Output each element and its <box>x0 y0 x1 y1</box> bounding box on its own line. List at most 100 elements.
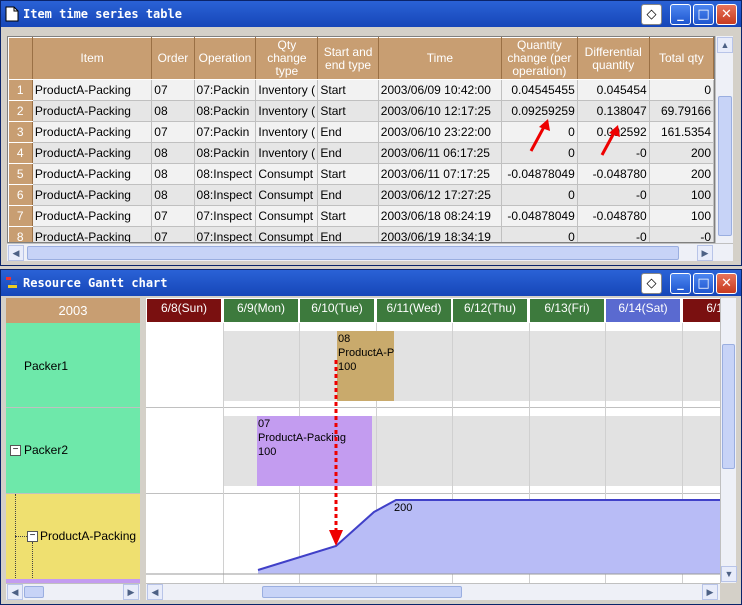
table-cell-se[interactable]: Start <box>317 79 379 101</box>
table-cell-dq[interactable]: -0.048780 <box>577 163 650 185</box>
gantt-vertical-scrollbar[interactable]: ▼ <box>720 298 737 583</box>
table-vertical-scrollbar[interactable]: ▲ <box>715 36 733 243</box>
resource-row-packer1[interactable]: Packer1 <box>6 323 140 408</box>
row-header[interactable]: 8 <box>8 226 33 242</box>
scroll-thumb[interactable] <box>24 586 44 598</box>
task-bar-08[interactable]: 08 ProductA-Packing 100 <box>337 331 394 401</box>
scroll-thumb[interactable] <box>27 246 679 260</box>
table-window-titlebar[interactable]: Item time series table ◇ _ □ ✕ <box>1 1 741 27</box>
row-header[interactable]: 5 <box>8 163 33 185</box>
table-cell-order[interactable]: 07 <box>151 226 195 242</box>
table-cell-op[interactable]: 07:Packin <box>194 79 257 101</box>
scroll-right-button[interactable]: ▶ <box>123 584 139 600</box>
table-cell-op[interactable]: 08:Packin <box>194 142 257 164</box>
col-header-time[interactable]: Time <box>377 37 503 80</box>
col-header-start-end-type[interactable]: Start and end type <box>317 37 379 80</box>
table-horizontal-scrollbar[interactable]: ◀ ▶ <box>7 243 733 261</box>
day-header[interactable]: 6/11(Wed) <box>376 298 452 322</box>
resource-row-producta-packing[interactable]: − ProductA-Packing <box>6 494 140 583</box>
table-cell-item[interactable]: ProductA-Packing <box>32 163 153 185</box>
table-cell-se[interactable]: End <box>317 226 379 242</box>
table-cell-order[interactable]: 07 <box>151 205 195 227</box>
row-header[interactable]: 4 <box>8 142 33 164</box>
scroll-thumb[interactable] <box>722 344 735 469</box>
col-header-total-qty[interactable]: Total qty <box>648 37 714 80</box>
day-header[interactable]: 6/14(Sat) <box>605 298 681 322</box>
table-row[interactable]: 1 ProductA-Packing 07 07:Packin Inventory (S… <box>8 79 714 101</box>
row-header[interactable]: 2 <box>8 100 33 122</box>
maximize-button[interactable]: □ <box>693 273 714 294</box>
scroll-left-button[interactable]: ◀ <box>7 584 23 600</box>
scroll-up-button[interactable]: ▲ <box>717 37 733 53</box>
table-cell-item[interactable]: ProductA-Packing <box>32 100 153 122</box>
table-cell-se[interactable]: Start <box>317 100 379 122</box>
resource-horizontal-scrollbar[interactable]: ◀ ▶ <box>6 583 140 600</box>
table-cell-order[interactable]: 07 <box>151 79 195 101</box>
table-cell-order[interactable]: 08 <box>151 142 195 164</box>
table-cell-op[interactable]: 07:Inspect <box>194 205 257 227</box>
table-cell-time[interactable]: 2003/06/10 23:22:00 <box>378 121 503 143</box>
row-header[interactable]: 6 <box>8 184 33 206</box>
table-cell-tq[interactable]: 100 <box>649 205 714 227</box>
day-header[interactable]: 6/15( <box>682 298 720 322</box>
gantt-window-titlebar[interactable]: Resource Gantt chart ◇ _ □ ✕ <box>1 270 741 296</box>
table-cell-time[interactable]: 2003/06/10 12:17:25 <box>378 100 503 122</box>
table-cell-time[interactable]: 2003/06/19 18:34:19 <box>378 226 503 242</box>
scroll-down-button[interactable]: ▼ <box>721 566 737 582</box>
table-cell-qc[interactable]: 0 <box>501 184 578 206</box>
table-cell-op[interactable]: 08:Inspect <box>194 184 257 206</box>
table-cell-qc[interactable]: 0 <box>501 226 578 242</box>
day-header[interactable]: 6/10(Tue) <box>299 298 375 322</box>
table-cell-dq[interactable]: 0.045454 <box>577 79 650 101</box>
table-cell-item[interactable]: ProductA-Packing <box>32 142 153 164</box>
table-cell-tq[interactable]: 200 <box>649 142 714 164</box>
table-cell-dq[interactable]: -0 <box>577 226 650 242</box>
table-cell-order[interactable]: 07 <box>151 121 195 143</box>
col-header-differential-quantity[interactable]: Differential quantity <box>576 37 650 80</box>
table-cell-tq[interactable]: 0 <box>649 79 714 101</box>
table-cell-time[interactable]: 2003/06/09 10:42:00 <box>378 79 503 101</box>
table-cell-qtytype[interactable]: Consumpt <box>255 205 319 227</box>
scroll-thumb[interactable] <box>262 586 462 598</box>
table-cell-time[interactable]: 2003/06/18 08:24:19 <box>378 205 503 227</box>
pin-icon[interactable]: ◇ <box>641 4 662 25</box>
table-cell-time[interactable]: 2003/06/11 06:17:25 <box>378 142 503 164</box>
col-header-operation[interactable]: Operation <box>193 37 257 80</box>
close-button[interactable]: ✕ <box>716 4 737 25</box>
table-row[interactable]: 2 ProductA-Packing 08 08:Packin Inventory (S… <box>8 100 714 122</box>
collapse-icon[interactable]: − <box>27 531 38 542</box>
table-cell-tq[interactable]: 100 <box>649 184 714 206</box>
table-cell-tq[interactable]: 200 <box>649 163 714 185</box>
day-header[interactable]: 6/9(Mon) <box>223 298 299 322</box>
table-cell-time[interactable]: 2003/06/12 17:27:25 <box>378 184 503 206</box>
col-header-qty-change-type[interactable]: Qty change type <box>255 37 319 80</box>
table-cell-order[interactable]: 08 <box>151 184 195 206</box>
table-cell-dq[interactable]: -0.048780 <box>577 205 650 227</box>
table-cell-op[interactable]: 08:Inspect <box>194 163 257 185</box>
table-cell-se[interactable]: Start <box>317 205 379 227</box>
gantt-horizontal-scrollbar[interactable]: ◀ ▶ <box>146 583 720 600</box>
row-header[interactable]: 7 <box>8 205 33 227</box>
table-row[interactable]: 7 ProductA-Packing 07 07:Inspect Consumpt Sta… <box>8 205 714 227</box>
table-cell-op[interactable]: 07:Inspect <box>194 226 257 242</box>
resource-row-packer2[interactable]: − Packer2 <box>6 408 140 494</box>
table-cell-qc[interactable]: 0.04545455 <box>501 79 578 101</box>
day-header[interactable]: 6/8(Sun) <box>146 298 222 322</box>
table-cell-item[interactable]: ProductA-Packing <box>32 184 153 206</box>
maximize-button[interactable]: □ <box>693 4 714 25</box>
table-row[interactable]: 8 ProductA-Packing 07 07:Inspect Consumpt End… <box>8 226 714 242</box>
minimize-button[interactable]: _ <box>670 4 691 25</box>
table-cell-item[interactable]: ProductA-Packing <box>32 226 153 242</box>
table-cell-qtytype[interactable]: Inventory ( <box>255 79 319 101</box>
table-cell-op[interactable]: 08:Packin <box>194 100 257 122</box>
table-cell-tq[interactable]: 69.79166 <box>649 100 714 122</box>
row-header[interactable]: 3 <box>8 121 33 143</box>
table-cell-item[interactable]: ProductA-Packing <box>32 121 153 143</box>
pin-icon[interactable]: ◇ <box>641 273 662 294</box>
table-row[interactable]: 5 ProductA-Packing 08 08:Inspect Consumpt Sta… <box>8 163 714 185</box>
task-bar-07[interactable]: 07 ProductA-Packing 100 <box>257 416 372 486</box>
table-cell-tq[interactable]: -0 <box>649 226 714 242</box>
minimize-button[interactable]: _ <box>670 273 691 294</box>
day-header[interactable]: 6/12(Thu) <box>452 298 528 322</box>
col-header-quantity-change[interactable]: Quantity change (per operation) <box>501 37 578 80</box>
